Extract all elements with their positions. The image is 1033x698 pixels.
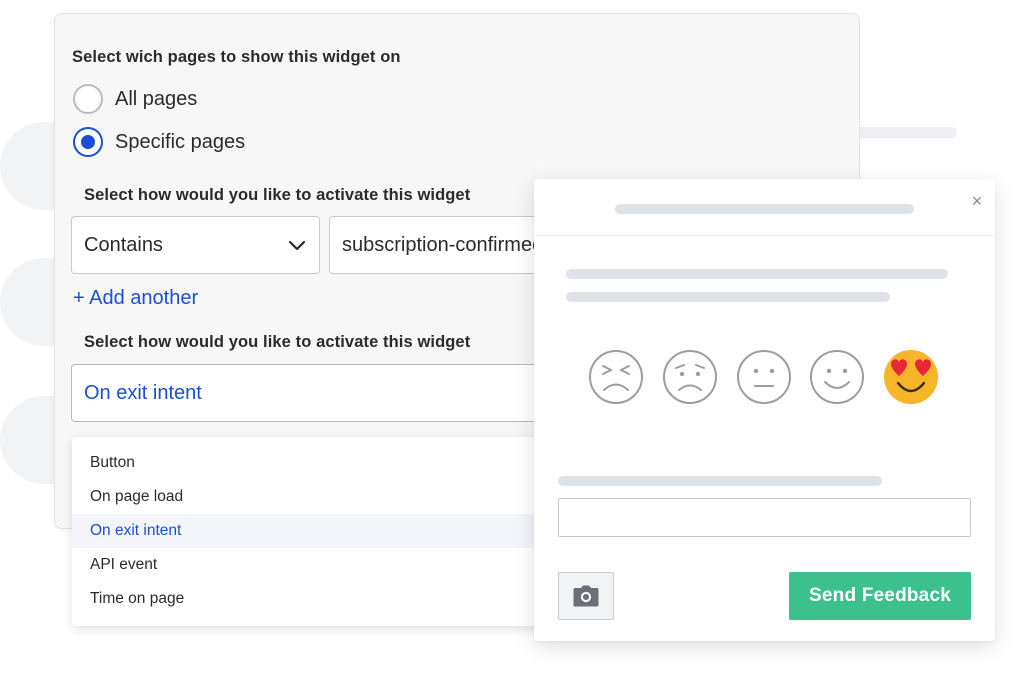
- radio-dot: [81, 135, 95, 149]
- radio-specific-pages-label: Specific pages: [115, 130, 246, 153]
- sad-face-icon[interactable]: [662, 349, 718, 405]
- dropdown-option-time-on-page[interactable]: Time on page: [72, 582, 572, 616]
- angry-face-icon[interactable]: [588, 349, 644, 405]
- text-placeholder-bar: [566, 269, 948, 279]
- smiling-face-icon[interactable]: [809, 349, 865, 405]
- radio-all-pages[interactable]: All pages: [73, 84, 197, 114]
- chevron-down-icon: [288, 240, 306, 251]
- url-match-input[interactable]: subscription-confirmed: [329, 216, 569, 274]
- feedback-widget: × Send Feedback: [534, 179, 995, 641]
- radio-button-checked[interactable]: [73, 127, 103, 157]
- send-feedback-button[interactable]: Send Feedback: [789, 572, 971, 620]
- heart-eyes-face-icon[interactable]: [883, 349, 939, 405]
- pages-heading: Select wich pages to show this widget on: [72, 48, 401, 66]
- feedback-text-input[interactable]: [558, 498, 971, 537]
- close-button[interactable]: ×: [966, 190, 988, 212]
- text-placeholder-bar: [566, 292, 890, 302]
- dropdown-option-page-load[interactable]: On page load: [72, 480, 572, 514]
- dropdown-option-exit-intent[interactable]: On exit intent: [72, 514, 572, 548]
- camera-icon: [573, 585, 599, 607]
- url-match-value: subscription-confirmed: [342, 233, 544, 256]
- activation-heading: Select how would you like to activate th…: [84, 333, 471, 351]
- screenshot-button[interactable]: [558, 572, 614, 620]
- radio-all-pages-label: All pages: [115, 87, 198, 110]
- dropdown-option-api-event[interactable]: API event: [72, 548, 572, 582]
- trigger-select-value: On exit intent: [84, 381, 202, 404]
- trigger-dropdown-menu: Button On page load On exit intent API e…: [72, 437, 572, 626]
- activation-heading: Select how would you like to activate th…: [84, 186, 471, 204]
- background-decoration: [850, 127, 957, 138]
- neutral-face-icon[interactable]: [736, 349, 792, 405]
- match-type-value: Contains: [84, 233, 163, 256]
- match-type-select[interactable]: Contains: [71, 216, 320, 274]
- radio-button[interactable]: [73, 84, 103, 114]
- radio-specific-pages[interactable]: Specific pages: [73, 127, 245, 157]
- widget-header: [534, 179, 995, 236]
- trigger-select[interactable]: On exit intent: [71, 364, 571, 422]
- dropdown-option-button[interactable]: Button: [72, 446, 572, 480]
- label-placeholder-bar: [558, 476, 882, 486]
- header-placeholder-bar: [615, 204, 914, 214]
- add-another-link[interactable]: + Add another: [73, 287, 198, 310]
